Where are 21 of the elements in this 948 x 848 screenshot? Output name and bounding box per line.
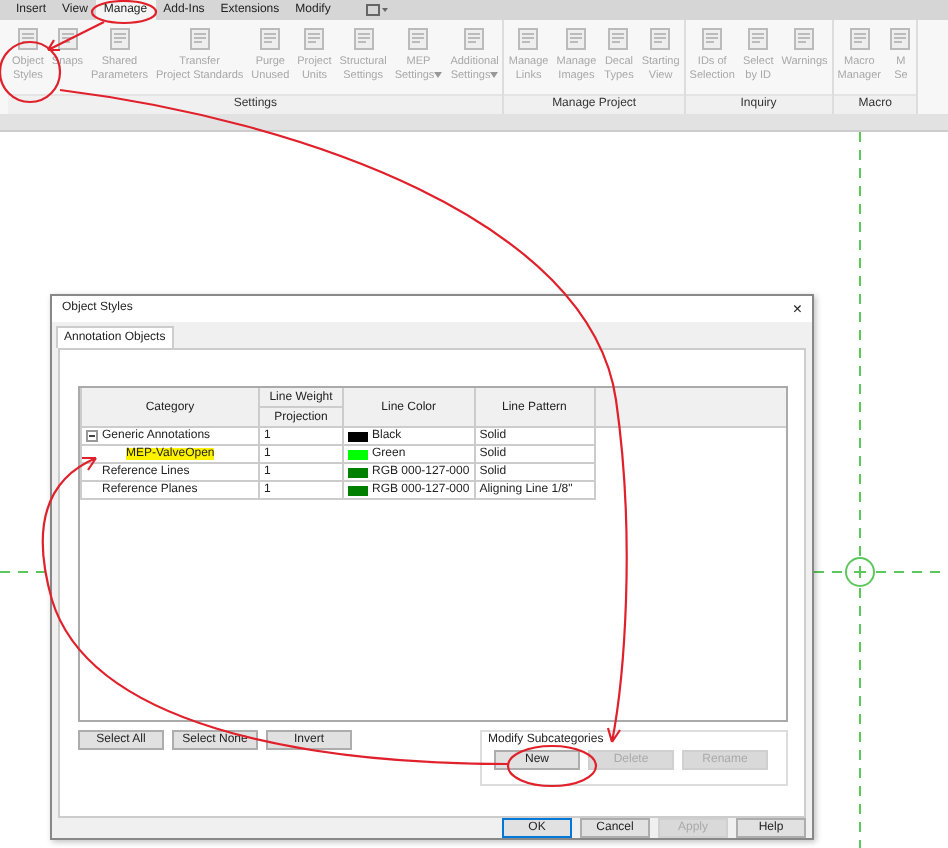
- sheet-icon: [55, 26, 80, 50]
- sheet-icon: [107, 26, 132, 50]
- sheet-icon: [746, 26, 771, 50]
- sheet-icon: [606, 26, 631, 50]
- sheet-icon: [888, 26, 913, 50]
- sheet-icon: [792, 26, 817, 50]
- sheet-icon: [516, 26, 541, 50]
- sheet-icon: [351, 26, 376, 50]
- close-button[interactable]: ×: [792, 299, 802, 318]
- collapse-icon[interactable]: [86, 430, 98, 443]
- sheet-icon: [15, 26, 40, 50]
- sheet-icon: [462, 26, 487, 50]
- sheet-icon: [564, 26, 589, 50]
- sheet-icon: [700, 26, 725, 50]
- sheet-icon: [406, 26, 431, 50]
- sheet-icon: [648, 26, 673, 50]
- panel-toggle-icon[interactable]: [366, 4, 391, 16]
- sheet-icon: [258, 26, 283, 50]
- sheet-icon: [187, 26, 212, 50]
- sheet-icon: [302, 26, 327, 50]
- sheet-icon: [847, 26, 872, 50]
